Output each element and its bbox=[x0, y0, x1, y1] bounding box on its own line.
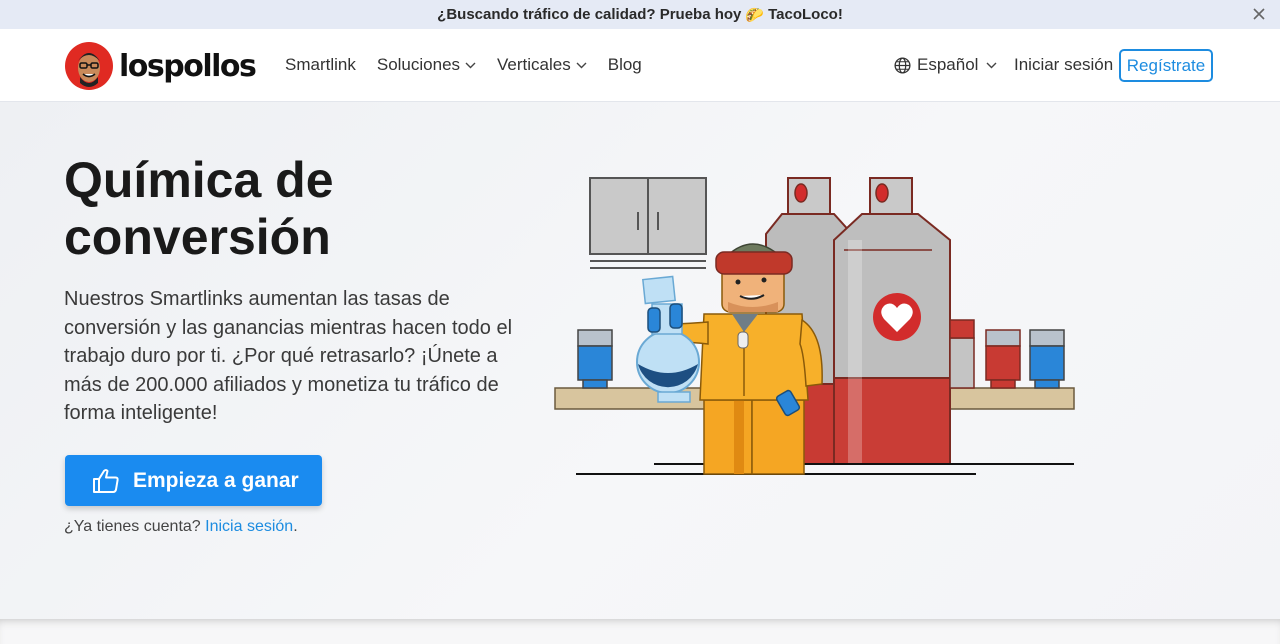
chemistry-illustration bbox=[554, 177, 1075, 475]
hero-title: Química de conversión bbox=[64, 152, 524, 266]
chevron-down-icon bbox=[576, 62, 587, 68]
nav-item-soluciones[interactable]: Soluciones bbox=[377, 55, 476, 75]
nav-item-label: Verticales bbox=[497, 55, 571, 74]
account-question: ¿Ya tienes cuenta? bbox=[64, 518, 201, 535]
nav-item-verticales[interactable]: Verticales bbox=[497, 55, 587, 75]
nav-item-label: Smartlink bbox=[285, 55, 356, 74]
nav-item-smartlink[interactable]: Smartlink bbox=[285, 55, 356, 75]
chevron-down-icon bbox=[465, 62, 476, 68]
section-divider bbox=[0, 619, 1280, 644]
hero-title-line1: Química de bbox=[64, 152, 334, 208]
globe-icon bbox=[894, 56, 911, 74]
hero-title-line2: conversión bbox=[64, 209, 331, 265]
promo-close-button[interactable] bbox=[1248, 3, 1270, 25]
signin-link[interactable]: Inicia sesión bbox=[205, 518, 293, 535]
hero-section: Química de conversión Nuestros Smartlink… bbox=[0, 102, 1280, 619]
thumbs-up-icon bbox=[93, 468, 119, 493]
signup-button[interactable]: Regístrate bbox=[1119, 49, 1213, 82]
have-account-text: ¿Ya tienes cuenta? Inicia sesión. bbox=[64, 518, 298, 536]
site-header: lospollos Smartlink Soluciones Verticale… bbox=[0, 29, 1280, 102]
cta-label: Empieza a ganar bbox=[133, 468, 299, 492]
taco-icon: 🌮 bbox=[745, 6, 765, 24]
blue-jar-left bbox=[577, 329, 613, 389]
tank-front bbox=[833, 177, 951, 465]
language-label: Español bbox=[917, 55, 979, 74]
logo-mark-icon bbox=[65, 42, 113, 90]
promo-banner: ¿Buscando tráfico de calidad? Prueba hoy… bbox=[0, 0, 1280, 29]
red-jar bbox=[985, 329, 1021, 389]
main-nav: Smartlink Soluciones Verticales Blog bbox=[285, 29, 663, 101]
nav-item-label: Blog bbox=[607, 55, 642, 74]
cabinet-illustration bbox=[589, 177, 707, 269]
blue-jar-right bbox=[1029, 329, 1065, 389]
start-earning-button[interactable]: Empieza a ganar bbox=[65, 455, 322, 506]
close-icon bbox=[1253, 8, 1265, 20]
logo[interactable]: lospollos bbox=[64, 41, 257, 91]
login-link[interactable]: Iniciar sesión bbox=[1014, 29, 1113, 101]
hero-description: Nuestros Smartlinks aumentan las tasas d… bbox=[64, 288, 513, 424]
language-selector[interactable]: Español bbox=[894, 29, 997, 101]
promo-brand: TacoLoco! bbox=[768, 6, 843, 23]
chevron-down-icon bbox=[986, 62, 997, 68]
nav-item-blog[interactable]: Blog bbox=[608, 55, 642, 75]
logo-text: lospollos bbox=[119, 48, 257, 84]
nav-item-label: Soluciones bbox=[376, 55, 461, 74]
promo-text: ¿Buscando tráfico de calidad? Prueba hoy bbox=[437, 6, 742, 23]
account-suffix: . bbox=[293, 518, 298, 535]
